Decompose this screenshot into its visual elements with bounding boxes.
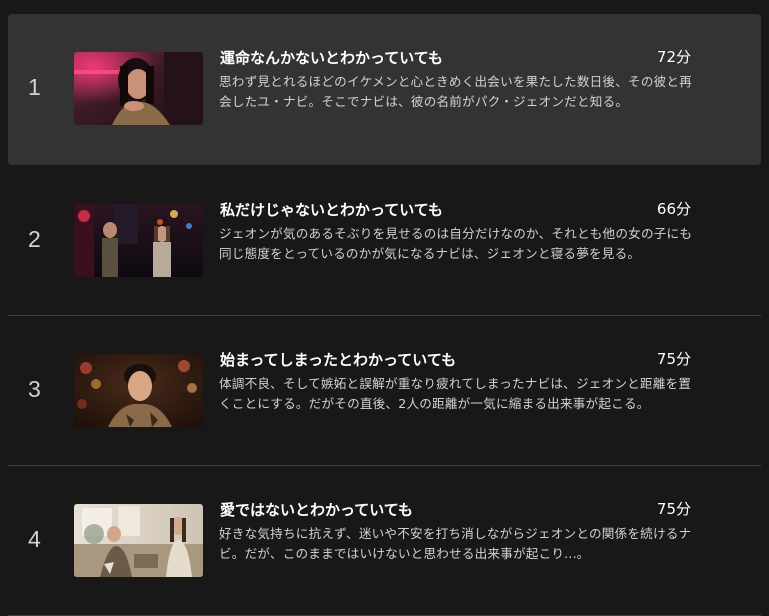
thumbnail-image xyxy=(74,504,203,577)
episode-thumbnail[interactable] xyxy=(74,204,203,277)
thumbnail-image xyxy=(74,354,203,427)
episode-synopsis: ジェオンが気のあるそぶりを見せるのは自分だけなのか、それとも他の女の子にも同じ態… xyxy=(219,226,693,261)
episode-duration: 75分 xyxy=(656,350,691,368)
episode-number: 3 xyxy=(28,376,41,402)
episode-duration: 72分 xyxy=(656,48,691,66)
episode-synopsis: 思わず見とれるほどのイケメンと心ときめく出会いを果たした数日後、その彼と再会した… xyxy=(219,74,692,109)
episode-duration: 75分 xyxy=(656,500,691,518)
episode-title: 愛ではないとわかっていても xyxy=(220,501,414,519)
episode-thumbnail[interactable] xyxy=(74,52,203,125)
episode-item-4[interactable]: 4 愛ではないとわかっていても 75分 好きな気持ちに抗えず、迷いや不安を打ち消… xyxy=(8,466,761,616)
episode-number: 4 xyxy=(28,526,41,552)
episode-number: 1 xyxy=(28,74,41,100)
episode-duration: 66分 xyxy=(656,200,691,218)
episode-title: 私だけじゃないとわかっていても xyxy=(220,201,444,219)
episode-title: 運命なんかないとわかっていても xyxy=(220,49,444,67)
thumbnail-image xyxy=(74,52,203,125)
episode-number: 2 xyxy=(28,226,41,252)
thumbnail-image xyxy=(74,204,203,277)
episode-synopsis: 好きな気持ちに抗えず、迷いや不安を打ち消しながらジェオンとの関係を続けるナビ。だ… xyxy=(219,526,692,561)
episode-thumbnail[interactable] xyxy=(74,504,203,577)
episode-item-1[interactable]: 1 運命なんかないとわかっていても 72分 思わず見とれるほどのイケメンと心とき… xyxy=(8,14,761,165)
episode-title: 始まってしまったとわかっていても xyxy=(220,351,457,369)
episode-thumbnail[interactable] xyxy=(74,354,203,427)
episode-list: 1 運命なんかないとわかっていても 72分 思わず見とれるほどのイケメンと心とき… xyxy=(0,0,769,616)
episode-synopsis: 体調不良、そして嫉妬と誤解が重なり疲れてしまったナビは、ジェオンと距離を置くこと… xyxy=(219,376,692,411)
episode-item-2[interactable]: 2 私だけじゃないとわかっていても 66分 ジェオンが気のあるそぶりを見せるのは… xyxy=(8,166,761,316)
episode-item-3[interactable]: 3 始まってしまったとわかっていても 75分 体調不良、そして嫉妬と誤解が重なり… xyxy=(8,316,761,466)
